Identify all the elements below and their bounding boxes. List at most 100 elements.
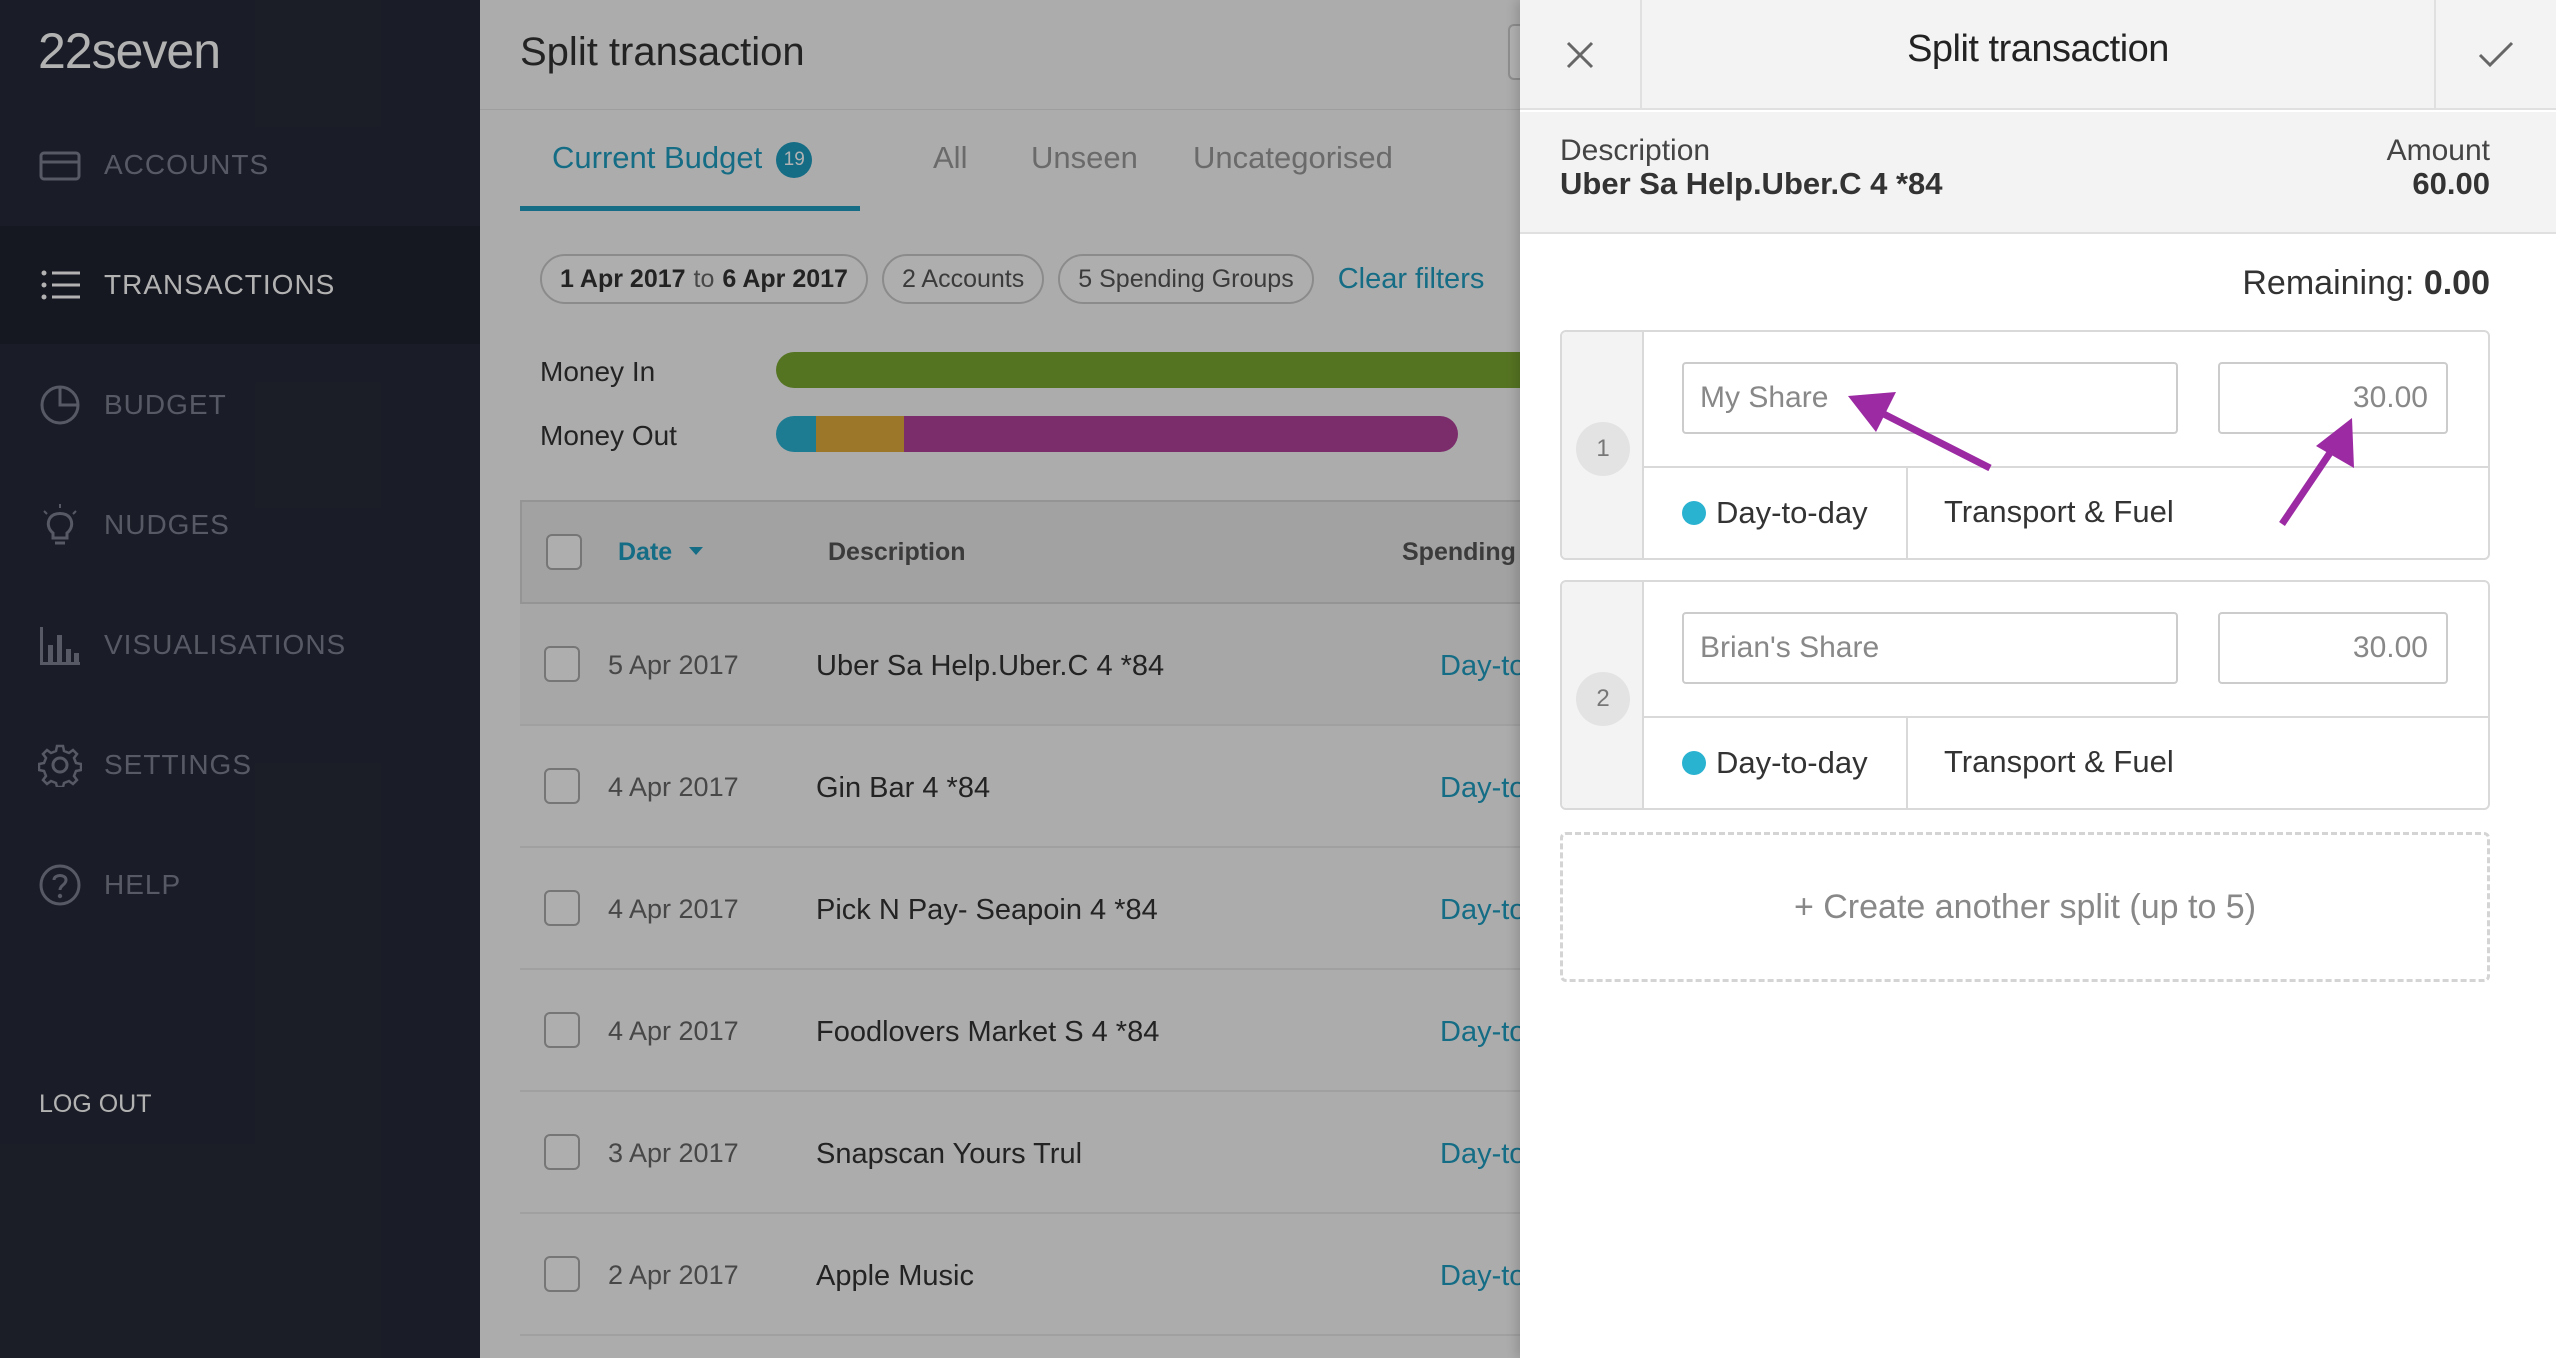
table-header: Date Description Spending	[520, 500, 1620, 604]
close-button[interactable]	[1520, 0, 1642, 110]
tab-uncategorised[interactable]: Uncategorised	[1193, 140, 1393, 176]
row-description: Gin Bar 4 *84	[816, 772, 991, 804]
date-range-filter[interactable]: 1 Apr 2017 to 6 Apr 2017	[540, 254, 868, 304]
row-description: Uber Sa Help.Uber.C 4 *84	[816, 650, 1165, 682]
money-out-label: Money Out	[540, 420, 677, 451]
spending-group-label: Day-to-day	[1716, 745, 1868, 780]
row-date: 4 Apr 2017	[608, 772, 739, 802]
transaction-summary: Description Uber Sa Help.Uber.C 4 *84 Am…	[1520, 112, 2556, 234]
table-row[interactable]: 4 Apr 2017 Gin Bar 4 *84 Day-to-day	[520, 726, 1620, 848]
spending-group-selector[interactable]: Day-to-day	[1644, 718, 1908, 808]
category-selector[interactable]: Transport & Fuel	[1944, 744, 2174, 780]
sidebar-item-transactions[interactable]: TRANSACTIONS	[0, 226, 480, 344]
description-column-header[interactable]: Description	[828, 538, 966, 567]
filter-bar: 1 Apr 2017 to 6 Apr 2017 2 Accounts 5 Sp…	[540, 254, 1484, 304]
group-color-dot	[1682, 751, 1706, 775]
remaining-amount: Remaining: 0.00	[2242, 264, 2490, 303]
sidebar-item-help[interactable]: HELP	[0, 826, 480, 944]
money-out-bar	[776, 416, 1458, 452]
row-checkbox[interactable]	[544, 1134, 580, 1170]
row-date: 3 Apr 2017	[608, 1138, 739, 1168]
logout-link[interactable]: LOG OUT	[39, 1090, 152, 1119]
sort-down-icon	[689, 547, 704, 555]
count-badge: 19	[776, 142, 813, 178]
group-color-dot	[1682, 501, 1706, 525]
money-in-label: Money In	[540, 356, 656, 387]
sidebar-item-label: BUDGET	[104, 389, 227, 420]
lightbulb-icon	[43, 504, 77, 545]
category-selector[interactable]: Transport & Fuel	[1944, 494, 2174, 530]
spending-group-selector[interactable]: Day-to-day	[1644, 468, 1908, 558]
app-logo[interactable]: 22seven	[38, 22, 221, 80]
split-amount-input[interactable]: 30.00	[2218, 362, 2448, 434]
sidebar-item-label: ACCOUNTS	[104, 149, 270, 180]
split-category-row: Day-to-day Transport & Fuel	[1644, 716, 2488, 808]
spending-groups-filter[interactable]: 5 Spending Groups	[1058, 254, 1314, 304]
create-split-button[interactable]: + Create another split (up to 5)	[1560, 832, 2490, 982]
tab-unseen[interactable]: Unseen	[1031, 140, 1138, 176]
split-name-input[interactable]: Brian's Share	[1682, 612, 2178, 684]
checkmark-icon	[2478, 41, 2514, 68]
split-number: 1	[1576, 422, 1630, 476]
sidebar-item-label: VISUALISATIONS	[104, 629, 347, 660]
split-number: 2	[1576, 672, 1630, 726]
sidebar-item-budget[interactable]: BUDGET	[0, 346, 480, 464]
sidebar-item-accounts[interactable]: ACCOUNTS	[0, 106, 480, 224]
split-number-column: 1	[1562, 332, 1644, 558]
table-row[interactable]: 3 Apr 2017 Snapscan Yours Trul Day-to-da…	[520, 1092, 1620, 1214]
sidebar-item-label: TRANSACTIONS	[104, 269, 336, 300]
sidebar-item-visualisations[interactable]: VISUALISATIONS	[0, 586, 480, 704]
sidebar-item-settings[interactable]: SETTINGS	[0, 706, 480, 824]
tab-label: Current Budget	[552, 140, 763, 175]
split-name-input[interactable]: My Share	[1682, 362, 2178, 434]
help-icon	[39, 864, 81, 906]
close-icon	[1566, 41, 1594, 69]
spending-column-header[interactable]: Spending	[1402, 538, 1516, 567]
gear-icon	[38, 744, 82, 787]
bar-chart-icon	[40, 627, 80, 665]
confirm-button[interactable]	[2434, 0, 2556, 110]
panel-header: Split transaction	[1520, 0, 2556, 110]
description-label: Description	[1560, 134, 1711, 167]
accounts-filter[interactable]: 2 Accounts	[881, 254, 1045, 304]
date-column-header[interactable]: Date	[618, 538, 705, 567]
select-all-checkbox[interactable]	[546, 534, 582, 570]
table-row[interactable]: 2 Apr 2017 Apple Music Day-to-day	[520, 1214, 1620, 1336]
panel-title: Split transaction	[1907, 28, 2169, 70]
row-checkbox[interactable]	[544, 768, 580, 804]
split-amount-input[interactable]: 30.00	[2218, 612, 2448, 684]
list-icon	[41, 270, 80, 300]
remaining-label: Remaining:	[2242, 264, 2415, 302]
tab-current-budget[interactable]: Current Budget 19	[552, 140, 813, 178]
clear-filters-link[interactable]: Clear filters	[1338, 263, 1485, 296]
row-description: Foodlovers Market S 4 *84	[816, 1016, 1160, 1048]
split-number-column: 2	[1562, 582, 1644, 808]
row-checkbox[interactable]	[544, 1256, 580, 1292]
sidebar-item-nudges[interactable]: NUDGES	[0, 466, 480, 584]
table-row[interactable]: 5 Apr 2017 Uber Sa Help.Uber.C 4 *84 Day…	[520, 604, 1620, 726]
date-header-label: Date	[618, 538, 673, 566]
sidebar-item-label: SETTINGS	[104, 749, 253, 780]
row-description: Snapscan Yours Trul	[816, 1138, 1083, 1170]
row-checkbox[interactable]	[544, 1012, 580, 1048]
date-to: 6 Apr 2017	[722, 264, 848, 293]
row-date: 5 Apr 2017	[608, 650, 739, 680]
row-description: Apple Music	[816, 1260, 974, 1292]
row-date: 4 Apr 2017	[608, 894, 739, 924]
split-card: 1 My Share 30.00 Day-to-day Transport & …	[1560, 330, 2490, 560]
money-out-segment	[816, 416, 904, 452]
row-date: 4 Apr 2017	[608, 1016, 739, 1046]
date-from: 1 Apr 2017	[560, 264, 686, 293]
money-out-segment	[904, 416, 1458, 452]
page-title: Split transaction	[520, 30, 805, 74]
row-checkbox[interactable]	[544, 890, 580, 926]
tab-all[interactable]: All	[933, 140, 967, 176]
split-transaction-panel: Split transaction Description Uber Sa He…	[1520, 0, 2556, 1358]
pie-chart-icon	[40, 385, 80, 425]
date-separator: to	[693, 264, 715, 293]
table-row[interactable]: 4 Apr 2017 Pick N Pay- Seapoin 4 *84 Day…	[520, 848, 1620, 970]
table-row[interactable]: 4 Apr 2017 Foodlovers Market S 4 *84 Day…	[520, 970, 1620, 1092]
row-checkbox[interactable]	[544, 646, 580, 682]
amount-label: Amount	[2386, 134, 2490, 167]
sidebar-item-label: HELP	[104, 869, 182, 900]
